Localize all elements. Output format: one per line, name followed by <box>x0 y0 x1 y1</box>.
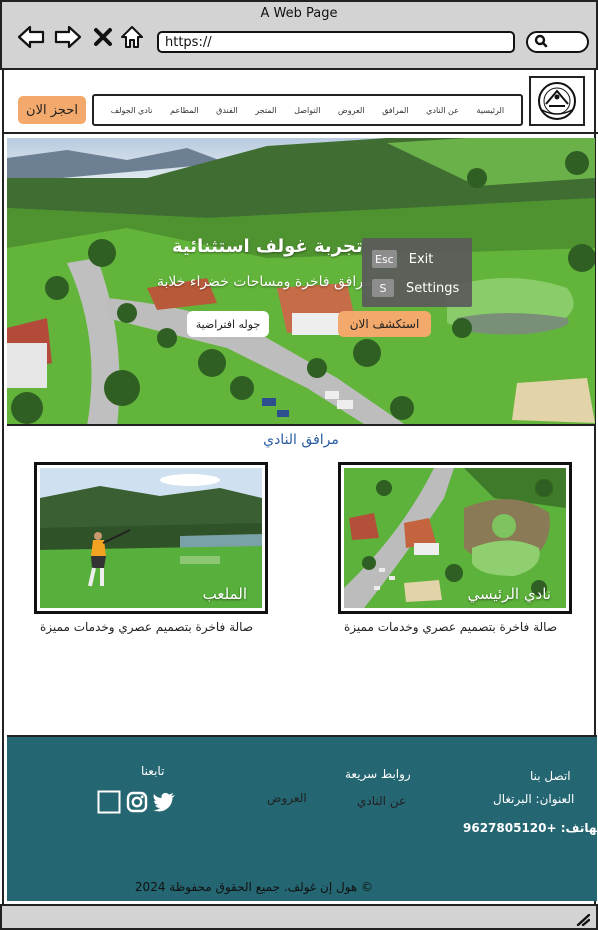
facebook-icon[interactable] <box>97 790 121 814</box>
nav-hotel[interactable]: الفندق <box>216 106 238 115</box>
explore-now-button[interactable]: استكشف الان <box>338 311 431 337</box>
footer-links-title: روابط سريعة <box>345 767 411 781</box>
course-description: صالة فاخرة بتصميم عصري وخدمات مميزة <box>40 620 254 634</box>
search-icon <box>534 33 548 52</box>
card-caption-main-club: نادي الرئيسي <box>467 585 551 603</box>
virtual-tour-button[interactable]: جوله افتراضية <box>187 311 269 337</box>
nav-offers[interactable]: العروض <box>338 106 364 115</box>
menu-item-settings[interactable]: S Settings <box>372 277 462 299</box>
nav-home[interactable]: الرئيسية <box>477 106 505 115</box>
main-club-description: صالة فاخرة بتصميم عصري وخدمات مميزة <box>344 620 558 634</box>
url-input[interactable] <box>165 35 507 50</box>
site-header: احجز الان الرئيسية عن النادي المرافق الع… <box>4 70 598 134</box>
overlay-context-menu: Esc Exit S Settings <box>362 238 472 307</box>
nav-shop[interactable]: المتجر <box>255 106 276 115</box>
menu-item-settings-label: Settings <box>406 280 460 296</box>
book-now-button[interactable]: احجز الان <box>18 96 86 124</box>
hero-title: تجربة غولف استثنائية <box>172 236 363 257</box>
nav-golf-club[interactable]: نادي الجولف <box>111 106 153 115</box>
footer-address: العنوان: البرتغال <box>493 792 575 806</box>
nav-facilities[interactable]: المرافق <box>382 106 408 115</box>
browser-toolbar: A Web Page <box>0 0 598 70</box>
window-title: A Web Page <box>260 6 338 21</box>
footer-follow-title: تابعنا <box>141 764 165 778</box>
site-footer: اتصل بنا العنوان: البرتغال الهاتف: +9627… <box>7 735 598 901</box>
browser-search-button[interactable] <box>526 31 589 53</box>
footer-phone: الهاتف: +9627805120 <box>463 821 598 835</box>
golf-club-logo[interactable] <box>529 76 585 126</box>
hero-subtitle: مرافق فاخرة ومساحات خضراء خلابة <box>157 274 372 290</box>
forward-arrow-icon[interactable] <box>53 22 83 52</box>
instagram-icon[interactable] <box>125 791 149 813</box>
shortcut-key-s: S <box>372 279 394 297</box>
footer-link-offers[interactable]: العروض <box>267 791 307 805</box>
twitter-icon[interactable] <box>152 791 176 813</box>
facility-card-course[interactable]: الملعب <box>34 462 268 614</box>
nav-contact[interactable]: التواصل <box>294 106 320 115</box>
browser-status-bar <box>0 904 598 930</box>
facilities-title: مرافق النادي <box>263 432 339 448</box>
main-nav: الرئيسية عن النادي المرافق العروض التواص… <box>92 94 523 126</box>
footer-contact-title: اتصل بنا <box>530 769 571 783</box>
nav-about[interactable]: عن النادي <box>426 106 459 115</box>
shortcut-key-esc: Esc <box>372 250 397 268</box>
footer-copyright: هول إن غولف. جميع الحقوق محفوظة 2024 © <box>134 880 374 894</box>
close-icon[interactable] <box>88 22 118 52</box>
facility-card-main-club[interactable]: نادي الرئيسي <box>338 462 572 614</box>
footer-link-about[interactable]: عن النادي <box>357 794 406 808</box>
back-arrow-icon[interactable] <box>16 22 46 52</box>
resize-handle-icon[interactable] <box>576 911 591 927</box>
home-icon[interactable] <box>117 22 147 52</box>
card-caption-course: الملعب <box>202 585 247 603</box>
address-bar[interactable] <box>157 31 515 53</box>
menu-item-exit[interactable]: Esc Exit <box>372 248 462 270</box>
hero-banner: تجربة غولف استثنائية مرافق فاخرة ومساحات… <box>7 138 595 426</box>
nav-restaurants[interactable]: المطاعم <box>170 106 198 115</box>
menu-item-exit-label: Exit <box>408 251 434 267</box>
web-page: احجز الان الرئيسية عن النادي المرافق الع… <box>2 70 598 904</box>
